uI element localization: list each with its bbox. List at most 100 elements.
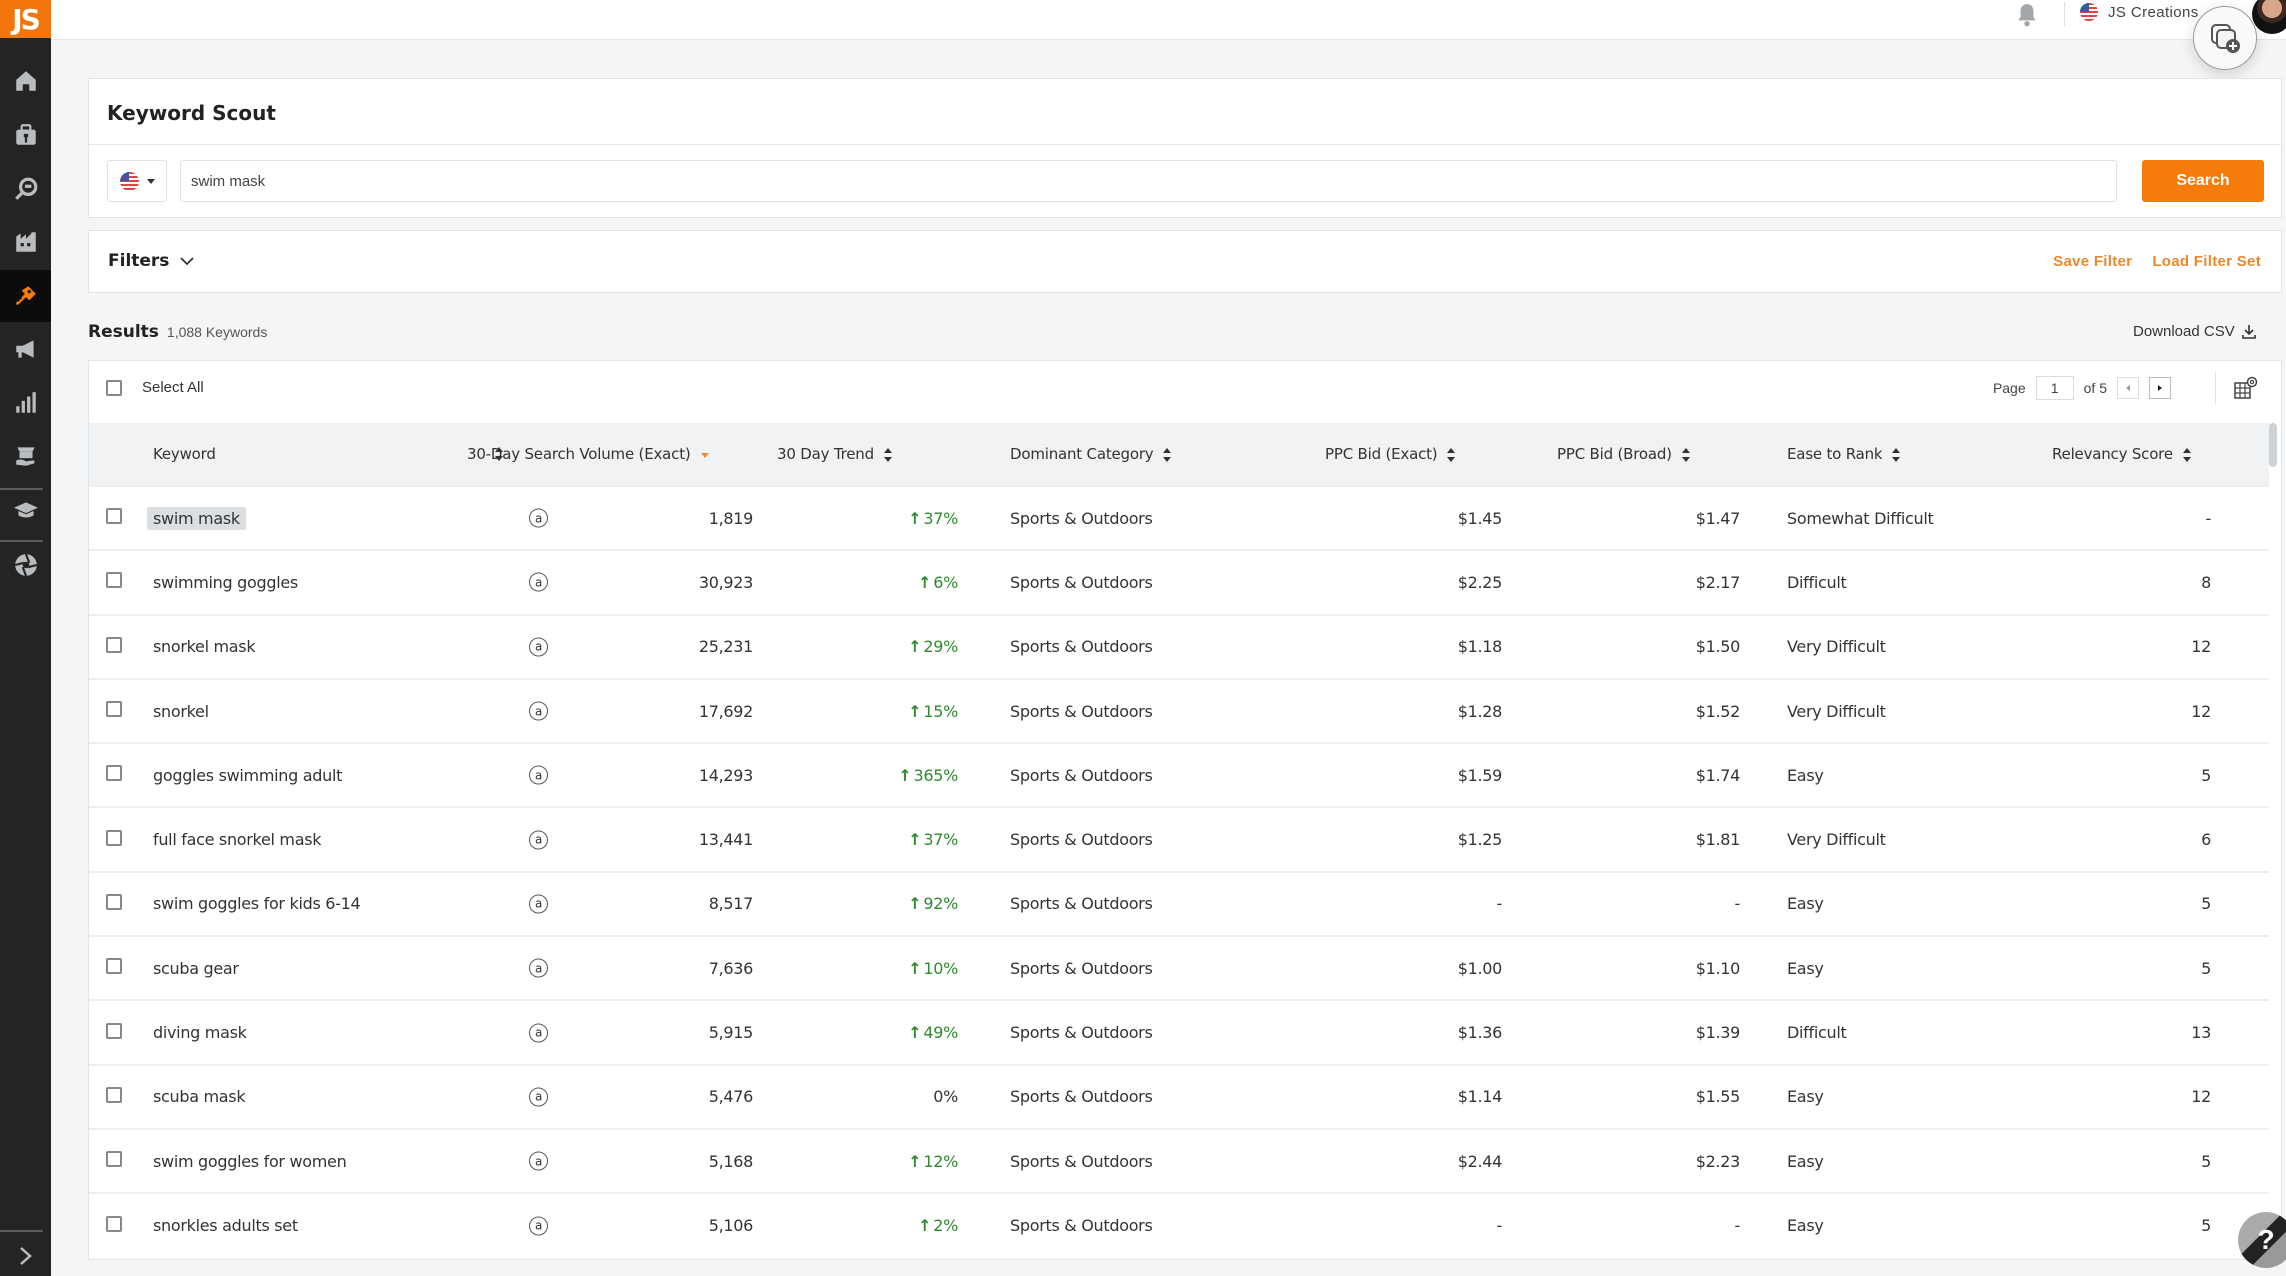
select-all-checkbox[interactable] [106, 379, 122, 396]
amazon-icon[interactable]: a [529, 894, 548, 914]
amazon-icon[interactable]: a [529, 572, 548, 592]
sort-icon[interactable] [2182, 447, 2191, 462]
sidebar-item-academy[interactable] [0, 486, 51, 536]
keyword-cell[interactable]: snorkel [147, 700, 215, 723]
column-header-keyword[interactable]: Keyword [145, 423, 503, 486]
sidebar-expand-button[interactable] [0, 1236, 51, 1276]
column-header-ppc-broad[interactable]: PPC Bid (Broad) [1520, 423, 1752, 486]
keyword-cell[interactable]: swimming goggles [147, 571, 304, 594]
table-row[interactable]: swimming goggles a 30,923 ↑ 6% Sports & O… [89, 550, 2269, 615]
download-csv-button[interactable]: Download CSV [2133, 323, 2257, 340]
us-flag-icon [2080, 3, 2098, 21]
sort-icon[interactable] [883, 447, 892, 462]
row-checkbox[interactable] [106, 1151, 122, 1168]
row-checkbox[interactable] [106, 508, 122, 525]
keyword-cell[interactable]: goggles swimming adult [147, 764, 348, 787]
keyword-cell[interactable]: scuba gear [147, 957, 245, 980]
row-checkbox[interactable] [106, 701, 122, 718]
table-scrollbar[interactable] [2269, 423, 2277, 467]
sort-icon[interactable] [1681, 447, 1690, 462]
sidebar-item-supplier[interactable] [0, 217, 51, 267]
table-row[interactable]: snorkel mask a 25,231 ↑ 29% Sports & Outd… [89, 614, 2269, 679]
column-header-category[interactable]: Dominant Category [965, 423, 1325, 486]
keyword-cell[interactable]: snorkel mask [147, 635, 261, 658]
prev-page-button[interactable] [2117, 377, 2139, 399]
sidebar-item-analytics[interactable] [0, 378, 51, 428]
table-row[interactable]: snorkles adults set a 5,106 ↑ 2% Sports &… [89, 1193, 2269, 1258]
add-collection-button[interactable] [2193, 6, 2257, 70]
table-row[interactable]: swim goggles for kids 6-14 a 8,517 ↑ 92% … [89, 871, 2269, 937]
column-header-search-volume[interactable]: 30-Day Search Volume (Exact) [465, 423, 765, 486]
sidebar-item-marketing[interactable] [0, 324, 51, 374]
search-volume-cell: 5,476 [708, 1087, 754, 1107]
sidebar-item-toolbox[interactable] [0, 110, 51, 160]
column-header-ease-to-rank[interactable]: Ease to Rank [1752, 423, 2052, 486]
sort-icon[interactable] [495, 447, 503, 461]
table-row[interactable]: swim mask a 1,819 ↑ 37% Sports & Outdoors… [89, 486, 2269, 551]
sort-icon[interactable] [1447, 447, 1456, 462]
sidebar-item-services[interactable] [0, 431, 51, 481]
column-header-relevancy[interactable]: Relevancy Score [2052, 423, 2269, 486]
bell-icon[interactable] [2012, 2, 2042, 28]
select-all-label: Select All [142, 379, 204, 396]
keyword-cell[interactable]: full face snorkel mask [147, 828, 327, 851]
amazon-icon[interactable]: a [529, 637, 548, 657]
row-checkbox[interactable] [106, 1215, 122, 1232]
amazon-icon[interactable]: a [529, 1023, 548, 1043]
page-number-input[interactable] [2035, 376, 2074, 400]
aperture-icon [14, 553, 37, 577]
sidebar-item-product-research[interactable] [0, 164, 51, 214]
sort-icon[interactable] [1892, 447, 1901, 462]
account-switcher[interactable]: JS Creations [2080, 0, 2199, 24]
amazon-icon[interactable]: a [529, 701, 548, 721]
column-header-ppc-exact[interactable]: PPC Bid (Exact) [1325, 423, 1520, 486]
amazon-icon[interactable]: a [529, 830, 548, 850]
amazon-icon[interactable]: a [529, 1151, 548, 1171]
table-row[interactable]: swim goggles for women a 5,168 ↑ 12% Spor… [89, 1128, 2269, 1194]
table-row[interactable]: full face snorkel mask a 13,441 ↑ 37% Spo… [89, 807, 2269, 872]
row-checkbox[interactable] [106, 765, 122, 782]
keyword-cell[interactable]: scuba mask [147, 1085, 251, 1108]
row-checkbox[interactable] [106, 958, 122, 975]
keyword-cell[interactable]: snorkles adults set [147, 1214, 304, 1237]
table-row[interactable]: diving mask a 5,915 ↑ 49% Sports & Outdoo… [89, 1000, 2269, 1065]
keyword-cell[interactable]: swim mask [147, 506, 246, 530]
sort-desc-icon[interactable] [700, 448, 709, 462]
sidebar-item-keywords[interactable] [0, 270, 51, 322]
help-button[interactable]: ? [2238, 1212, 2286, 1268]
row-checkbox[interactable] [106, 829, 122, 846]
marketplace-select[interactable] [107, 160, 167, 202]
load-filter-set-link[interactable]: Load Filter Set [2152, 253, 2261, 270]
keyword-cell[interactable]: swim goggles for kids 6-14 [147, 892, 366, 915]
column-header-trend[interactable]: 30 Day Trend [765, 423, 965, 486]
next-page-button[interactable] [2149, 377, 2171, 399]
row-checkbox[interactable] [106, 572, 122, 589]
table-row[interactable]: scuba gear a 7,636 ↑ 10% Sports & Outdoor… [89, 936, 2269, 1001]
keyword-cell[interactable]: diving mask [147, 1021, 253, 1044]
relevancy-cell: 12 [2191, 1087, 2211, 1107]
select-all[interactable]: Select All [106, 379, 204, 396]
table-row[interactable]: goggles swimming adult a 14,293 ↑ 365% Sp… [89, 743, 2269, 808]
search-button[interactable]: Search [2142, 160, 2264, 202]
row-checkbox[interactable] [106, 1022, 122, 1039]
amazon-icon[interactable]: a [529, 508, 548, 528]
amazon-icon[interactable]: a [529, 765, 548, 785]
filters-toggle[interactable]: Filters [108, 251, 195, 271]
amazon-icon[interactable]: a [529, 958, 548, 978]
sort-icon[interactable] [1163, 447, 1172, 462]
row-checkbox[interactable] [106, 1086, 122, 1103]
amazon-icon[interactable]: a [529, 1216, 548, 1236]
row-checkbox[interactable] [106, 893, 122, 910]
sidebar-item-home[interactable] [0, 56, 51, 106]
column-settings-icon[interactable] [2233, 375, 2259, 401]
app-logo[interactable]: JS [0, 0, 51, 38]
row-checkbox[interactable] [106, 636, 122, 653]
amazon-icon[interactable]: a [529, 1087, 548, 1107]
sidebar-item-extension[interactable] [0, 540, 51, 590]
search-volume-cell: 5,168 [708, 1151, 754, 1171]
table-row[interactable]: snorkel a 17,692 ↑ 15% Sports & Outdoors … [89, 678, 2269, 744]
keyword-cell[interactable]: swim goggles for women [147, 1150, 352, 1173]
keyword-search-input[interactable] [180, 160, 2117, 202]
save-filter-link[interactable]: Save Filter [2053, 253, 2132, 270]
table-row[interactable]: scuba mask a 5,476 0% Sports & Outdoors … [89, 1064, 2269, 1129]
